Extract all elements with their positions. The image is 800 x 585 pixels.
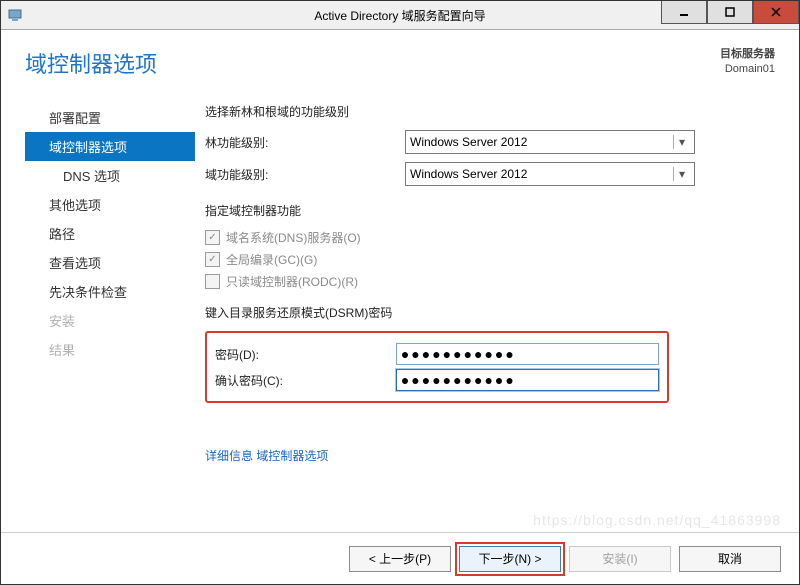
- main-panel: 选择新林和根域的功能级别 林功能级别: Windows Server 2012 …: [195, 103, 775, 464]
- next-button[interactable]: 下一步(N) >: [459, 546, 561, 572]
- nav-results: 结果: [25, 335, 195, 364]
- forest-level-dropdown[interactable]: Windows Server 2012 ▾: [405, 130, 695, 154]
- nav-dc-options[interactable]: 域控制器选项: [25, 132, 195, 161]
- wizard-window: Active Directory 域服务配置向导 域控制器选项 目标服务器 Do…: [0, 0, 800, 585]
- dns-checkbox-label: 域名系统(DNS)服务器(O): [226, 229, 361, 246]
- forest-level-label: 林功能级别:: [205, 134, 405, 151]
- nav-review-options[interactable]: 查看选项: [25, 248, 195, 277]
- target-server-label: 目标服务器: [720, 47, 775, 62]
- confirm-password-label: 确认密码(C):: [215, 372, 396, 389]
- page-title: 域控制器选项: [25, 47, 157, 79]
- rodc-checkbox-label: 只读域控制器(RODC)(R): [226, 273, 358, 290]
- previous-button[interactable]: < 上一步(P): [349, 546, 451, 572]
- password-input[interactable]: ●●●●●●●●●●●: [396, 343, 659, 365]
- more-info-link[interactable]: 详细信息 域控制器选项: [205, 447, 328, 464]
- gc-checkbox: ✓: [205, 252, 220, 267]
- password-label: 密码(D):: [215, 346, 396, 363]
- nav-paths[interactable]: 路径: [25, 219, 195, 248]
- close-button[interactable]: [753, 1, 799, 24]
- nav-install: 安装: [25, 306, 195, 335]
- rodc-checkbox-row: 只读域控制器(RODC)(R): [205, 273, 775, 290]
- forest-level-value: Windows Server 2012: [410, 135, 527, 149]
- target-server-value: Domain01: [720, 62, 775, 77]
- dns-checkbox-row: ✓ 域名系统(DNS)服务器(O): [205, 229, 775, 246]
- nav-deployment-config[interactable]: 部署配置: [25, 103, 195, 132]
- titlebar: Active Directory 域服务配置向导: [1, 1, 799, 30]
- target-server-box: 目标服务器 Domain01: [720, 47, 775, 78]
- dsrm-heading: 键入目录服务还原模式(DSRM)密码: [205, 304, 775, 321]
- page-header: 域控制器选项 目标服务器 Domain01: [25, 47, 775, 79]
- wizard-body: 部署配置 域控制器选项 DNS 选项 其他选项 路径 查看选项 先决条件检查 安…: [25, 103, 775, 464]
- chevron-down-icon: ▾: [673, 167, 690, 181]
- window-controls: [661, 1, 799, 24]
- content-area: 域控制器选项 目标服务器 Domain01 部署配置 域控制器选项 DNS 选项…: [1, 29, 799, 532]
- nav-additional-options[interactable]: 其他选项: [25, 190, 195, 219]
- minimize-button[interactable]: [661, 1, 707, 24]
- gc-checkbox-label: 全局编录(GC)(G): [226, 251, 317, 268]
- nav-dns-options[interactable]: DNS 选项: [25, 161, 195, 190]
- capabilities-heading: 指定域控制器功能: [205, 202, 775, 219]
- domain-level-label: 域功能级别:: [205, 166, 405, 183]
- password-group: 密码(D): ●●●●●●●●●●● 确认密码(C): ●●●●●●●●●●●: [205, 331, 669, 403]
- domain-level-dropdown[interactable]: Windows Server 2012 ▾: [405, 162, 695, 186]
- install-button: 安装(I): [569, 546, 671, 572]
- functional-level-heading: 选择新林和根域的功能级别: [205, 103, 775, 120]
- app-icon: [7, 7, 23, 23]
- maximize-button[interactable]: [707, 1, 753, 24]
- cancel-button[interactable]: 取消: [679, 546, 781, 572]
- gc-checkbox-row: ✓ 全局编录(GC)(G): [205, 251, 775, 268]
- dns-checkbox: ✓: [205, 230, 220, 245]
- nav-prereq-check[interactable]: 先决条件检查: [25, 277, 195, 306]
- rodc-checkbox: [205, 274, 220, 289]
- chevron-down-icon: ▾: [673, 135, 690, 149]
- confirm-password-input[interactable]: ●●●●●●●●●●●: [396, 369, 659, 391]
- domain-level-value: Windows Server 2012: [410, 167, 527, 181]
- wizard-nav: 部署配置 域控制器选项 DNS 选项 其他选项 路径 查看选项 先决条件检查 安…: [25, 103, 195, 464]
- button-bar: < 上一步(P) 下一步(N) > 安装(I) 取消: [1, 532, 799, 584]
